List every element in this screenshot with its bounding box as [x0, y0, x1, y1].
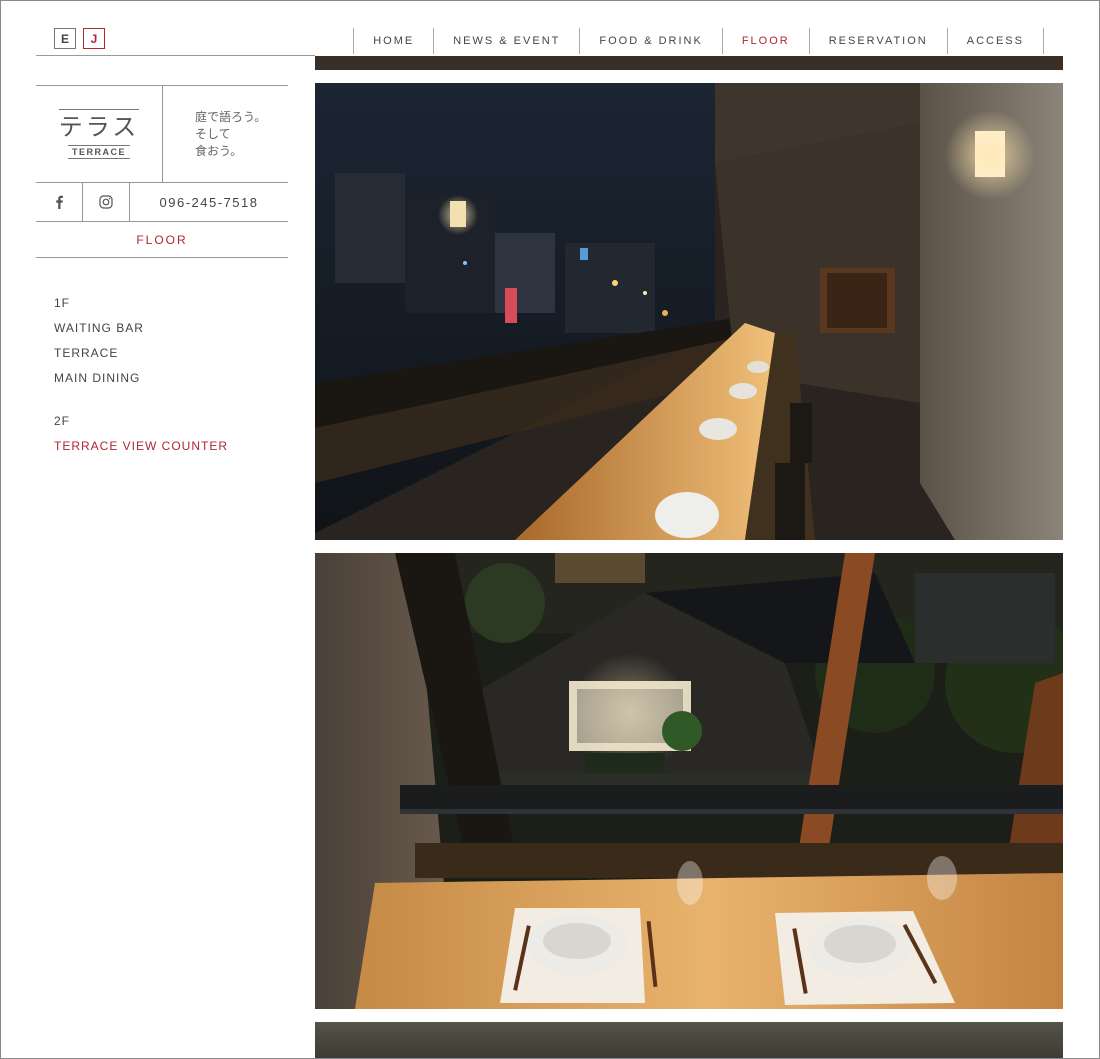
nav-food-drink[interactable]: FOOD & DRINK: [579, 28, 721, 54]
floor-link-waiting-bar[interactable]: WAITING BAR: [54, 316, 288, 341]
photo-counter-night-view: [315, 83, 1063, 540]
floor-group-2f: 2F TERRACE VIEW COUNTER: [54, 409, 288, 459]
logo-en-text: TERRACE: [67, 144, 130, 159]
lang-english-button[interactable]: E: [54, 28, 76, 49]
nav-floor[interactable]: FLOOR: [721, 28, 809, 54]
floor-link-terrace[interactable]: TERRACE: [54, 341, 288, 366]
floor-label-2f: 2F: [54, 414, 71, 428]
tagline: 庭で語ろう。 そして 食おう。: [163, 86, 288, 182]
brand-box: テラス TERRACE 庭で語ろう。 そして 食おう。: [36, 85, 288, 183]
floor-link-terrace-view-counter[interactable]: TERRACE VIEW COUNTER: [54, 434, 288, 459]
nav-access[interactable]: ACCESS: [946, 28, 1044, 54]
tagline-line: 庭で語ろう。: [195, 109, 267, 124]
facebook-icon[interactable]: [36, 183, 83, 221]
floor-link-main-dining[interactable]: MAIN DINING: [54, 366, 288, 391]
logo-jp-text: テラス: [58, 109, 140, 141]
photo-terrace-view-table: [315, 553, 1063, 1009]
floor-nav: 1F WAITING BAR TERRACE MAIN DINING 2F TE…: [36, 258, 288, 459]
logo[interactable]: テラス TERRACE: [36, 86, 163, 182]
phone-number[interactable]: 096-245-7518: [130, 183, 288, 221]
nav-reservation[interactable]: RESERVATION: [808, 28, 947, 54]
tagline-line: 食おう。: [195, 143, 243, 158]
tagline-line: そして: [195, 126, 231, 141]
top-nav: HOME NEWS & EVENT FOOD & DRINK FLOOR RES…: [353, 28, 1044, 54]
section-title: FLOOR: [36, 222, 288, 258]
nav-news-event[interactable]: NEWS & EVENT: [433, 28, 579, 54]
lang-japanese-button[interactable]: J: [83, 28, 105, 49]
floor-label-1f: 1F: [54, 296, 71, 310]
language-switch: E J: [54, 28, 105, 49]
instagram-icon[interactable]: [83, 183, 130, 221]
photo-partial-bottom: [315, 1022, 1063, 1059]
floor-group-1f: 1F WAITING BAR TERRACE MAIN DINING: [54, 291, 288, 391]
sidebar: テラス TERRACE 庭で語ろう。 そして 食おう。 096-245-7518…: [36, 85, 288, 477]
nav-home[interactable]: HOME: [353, 28, 433, 54]
header-divider: [36, 55, 315, 56]
contact-row: 096-245-7518: [36, 183, 288, 222]
photo-partial-top: [315, 56, 1063, 70]
